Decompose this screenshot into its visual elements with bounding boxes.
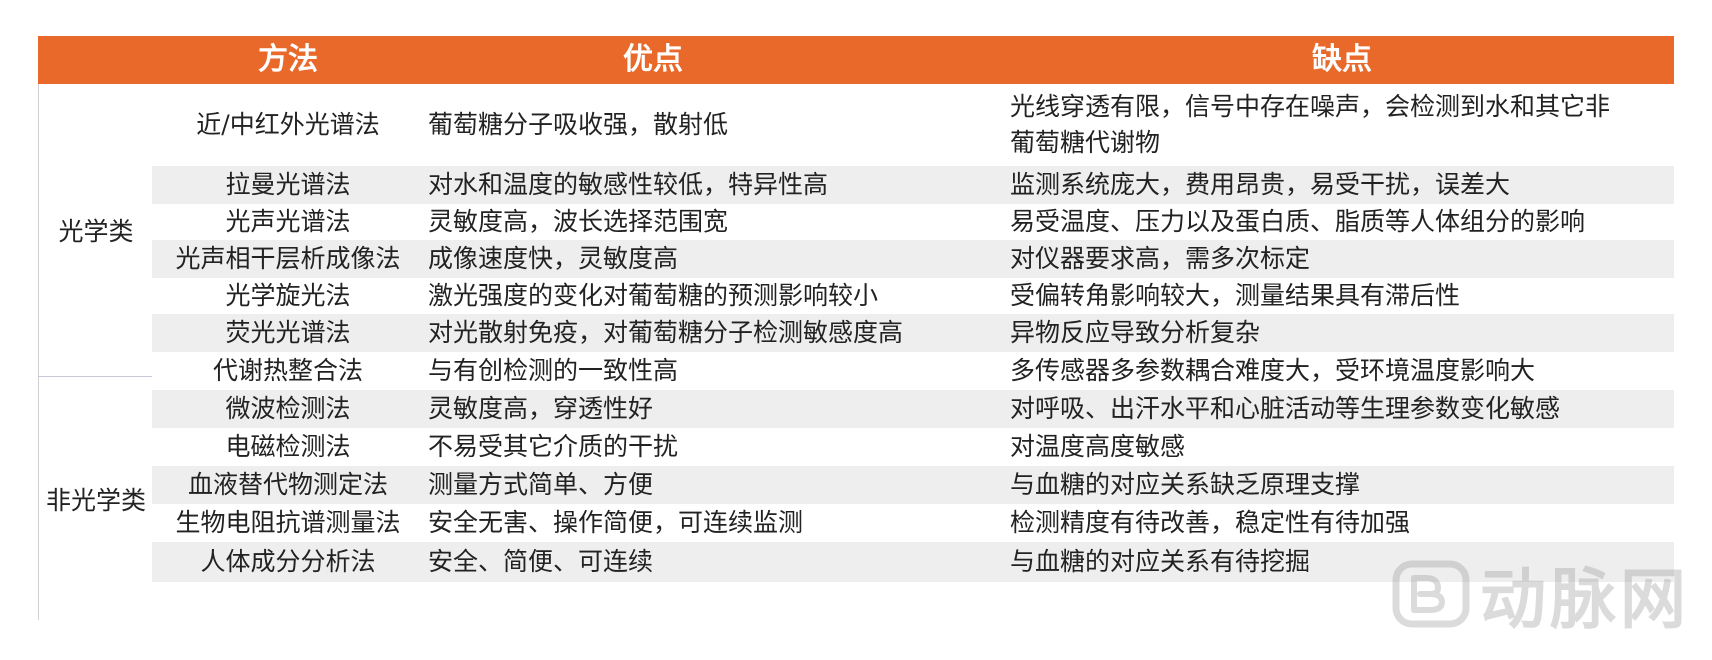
header-cons: 缺点 [1312,42,1372,77]
watermark-text: 动脉网 [1480,561,1690,638]
cons-cell: 与血糖的对应关系缺乏原理支撑 [1010,470,1361,499]
pros-cell: 成像速度快，灵敏度高 [428,244,679,273]
table-header: 方法 优点 缺点 [38,36,1674,84]
method-cell: 人体成分分析法 [200,547,376,576]
pros-cell: 安全无害、操作简便，可连续监测 [428,508,804,537]
method-cell: 荧光光谱法 [225,318,351,347]
table-row: 拉曼光谱法 对水和温度的敏感性较低，特异性高 监测系统庞大，费用昂贵，易受干扰，… [152,166,1674,204]
cons-cell: 多传感器多参数耦合难度大，受环境温度影响大 [1010,356,1536,385]
table-row: 代谢热整合法 与有创检测的一致性高 多传感器多参数耦合难度大，受环境温度影响大 [152,352,1674,390]
method-cell: 拉曼光谱法 [225,170,351,199]
pros-cell: 对水和温度的敏感性较低，特异性高 [428,170,829,199]
comparison-table: 方法 优点 缺点 光学类 非光学类 近/中红外光谱法 葡萄糖分子吸收强，散射低 … [38,36,1674,620]
method-cell: 近/中红外光谱法 [196,110,380,139]
table-row: 电磁检测法 不易受其它介质的干扰 对温度高度敏感 [152,428,1674,466]
cons-cell: 光线穿透有限，信号中存在噪声，会检测到水和其它非葡萄糖代谢物 [1010,92,1611,157]
table-row: 光声相干层析成像法 成像速度快，灵敏度高 对仪器要求高，需多次标定 [152,240,1674,278]
table-row: 光学旋光法 激光强度的变化对葡萄糖的预测影响较小 受偏转角影响较大，测量结果具有… [152,278,1674,314]
cons-cell: 对呼吸、出汗水平和心脏活动等生理参数变化敏感 [1010,394,1561,423]
pros-cell: 激光强度的变化对葡萄糖的预测影响较小 [428,281,879,310]
cons-cell: 对仪器要求高，需多次标定 [1010,244,1311,273]
method-cell: 电磁检测法 [225,432,351,461]
pros-cell: 不易受其它介质的干扰 [428,432,679,461]
watermark: 动脉网 [1392,546,1690,642]
header-method: 方法 [258,42,318,77]
method-cell: 血液替代物测定法 [187,470,388,499]
table-row: 近/中红外光谱法 葡萄糖分子吸收强，散射低 光线穿透有限，信号中存在噪声，会检测… [152,84,1674,166]
method-cell: 微波检测法 [225,394,351,423]
table-row: 微波检测法 灵敏度高，穿透性好 对呼吸、出汗水平和心脏活动等生理参数变化敏感 [152,390,1674,428]
cons-cell: 受偏转角影响较大，测量结果具有滞后性 [1010,281,1461,310]
table-row: 荧光光谱法 对光散射免疫，对葡萄糖分子检测敏感度高 异物反应导致分析复杂 [152,314,1674,352]
vb-logo-icon [1392,560,1470,628]
table-row: 血液替代物测定法 测量方式简单、方便 与血糖的对应关系缺乏原理支撑 [152,466,1674,504]
pros-cell: 葡萄糖分子吸收强，散射低 [428,110,729,139]
pros-cell: 灵敏度高，穿透性好 [428,394,654,423]
pros-cell: 对光散射免疫，对葡萄糖分子检测敏感度高 [428,318,904,347]
method-cell: 光声光谱法 [225,207,351,236]
pros-cell: 与有创检测的一致性高 [428,356,679,385]
pros-cell: 安全、简便、可连续 [428,547,654,576]
category-non-optical: 非光学类 [38,377,153,620]
pros-cell: 灵敏度高，波长选择范围宽 [428,207,729,236]
pros-cell: 测量方式简单、方便 [428,470,654,499]
table-row: 生物电阻抗谱测量法 安全无害、操作简便，可连续监测 检测精度有待改善，稳定性有待… [152,504,1674,542]
header-pros: 优点 [623,42,683,77]
method-cell: 光声相干层析成像法 [175,244,401,273]
method-cell: 生物电阻抗谱测量法 [175,508,401,537]
cons-cell: 对温度高度敏感 [1010,432,1186,461]
method-cell: 光学旋光法 [225,281,351,310]
cons-cell: 异物反应导致分析复杂 [1010,318,1261,347]
category-optical: 光学类 [38,84,153,376]
method-cell: 代谢热整合法 [212,356,363,385]
cons-cell: 检测精度有待改善，稳定性有待加强 [1010,508,1411,537]
cons-cell: 监测系统庞大，费用昂贵，易受干扰，误差大 [1010,170,1511,199]
cons-cell: 易受温度、压力以及蛋白质、脂质等人体组分的影响 [1010,207,1586,236]
table-row: 光声光谱法 灵敏度高，波长选择范围宽 易受温度、压力以及蛋白质、脂质等人体组分的… [152,204,1674,240]
